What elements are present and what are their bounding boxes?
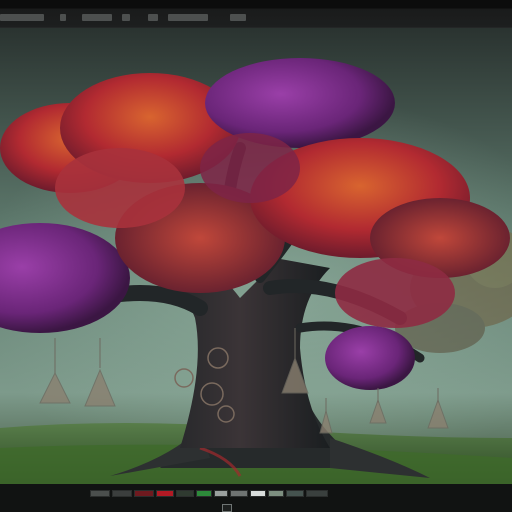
bottom-palette-bar bbox=[0, 484, 512, 512]
image-canvas bbox=[0, 28, 512, 484]
palette-swatch-dim-red[interactable] bbox=[134, 490, 154, 497]
active-swatch-indicator[interactable] bbox=[222, 504, 232, 512]
palette-swatch-red[interactable] bbox=[156, 490, 174, 497]
palette-swatch-gray[interactable] bbox=[230, 490, 248, 497]
top-toolbar bbox=[0, 0, 512, 28]
palette-swatch-teal-gray[interactable] bbox=[286, 490, 304, 497]
palette-swatch-slate[interactable] bbox=[306, 490, 328, 497]
palette-swatch-light-gray[interactable] bbox=[214, 490, 228, 497]
palette-swatch-white[interactable] bbox=[250, 490, 266, 497]
toolbar-item[interactable] bbox=[60, 14, 66, 21]
toolbar-item[interactable] bbox=[148, 14, 158, 21]
palette-swatch-dark-gray[interactable] bbox=[90, 490, 110, 497]
palette-swatch-green[interactable] bbox=[196, 490, 212, 497]
toolbar-item[interactable] bbox=[0, 14, 44, 21]
toolbar-item[interactable] bbox=[82, 14, 112, 21]
toolbar-item[interactable] bbox=[122, 14, 130, 21]
palette-swatch-sage[interactable] bbox=[268, 490, 284, 497]
palette-swatch-dark-olive[interactable] bbox=[176, 490, 194, 497]
toolbar-item[interactable] bbox=[230, 14, 246, 21]
palette-swatch-charcoal[interactable] bbox=[112, 490, 132, 497]
toolbar-item[interactable] bbox=[168, 14, 208, 21]
